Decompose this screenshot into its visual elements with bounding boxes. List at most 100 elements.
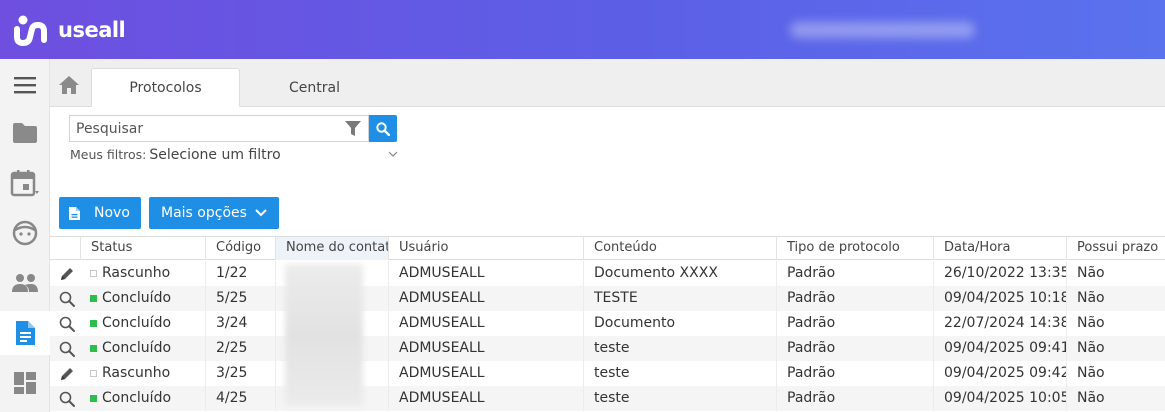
app-logo[interactable]: useall xyxy=(14,14,126,46)
cell-usuario: ADMUSEALL xyxy=(388,361,583,386)
new-document-icon xyxy=(69,206,80,220)
col-header-prazo[interactable]: Possui prazo xyxy=(1066,237,1165,260)
filter-icon[interactable] xyxy=(345,121,361,137)
status-text: Concluído xyxy=(102,340,172,356)
cell-tipo: Padrão xyxy=(776,386,933,411)
menu-icon xyxy=(14,77,36,94)
cell-codigo: 3/25 xyxy=(205,361,275,386)
cell-usuario: ADMUSEALL xyxy=(388,336,583,361)
search-input[interactable] xyxy=(70,116,340,141)
col-header-status[interactable]: Status xyxy=(80,237,205,260)
sidebar-item-calendar[interactable] xyxy=(0,161,50,205)
view-row-button[interactable] xyxy=(54,336,80,361)
cell-status: Concluído xyxy=(80,336,205,361)
cell-tipo: Padrão xyxy=(776,261,933,286)
status-indicator xyxy=(90,370,97,377)
cell-usuario: ADMUSEALL xyxy=(388,261,583,286)
table-row[interactable]: Concluído 3/24 ADMUSEALL Documento Padrão 22/… xyxy=(50,311,1165,336)
protocols-table: Status Código Nome do contato Usuário Co… xyxy=(50,236,1165,412)
cell-data: 26/10/2022 13:35 xyxy=(933,261,1066,286)
tab-label: Protocolos xyxy=(129,79,202,96)
sidebar-item-dashboard[interactable] xyxy=(0,361,50,405)
home-icon xyxy=(59,76,79,94)
cell-tipo: Padrão xyxy=(776,336,933,361)
search-icon xyxy=(376,121,390,136)
cell-conteudo: Documento xyxy=(583,311,776,336)
tab-label: Central xyxy=(289,79,340,96)
cell-prazo: Não xyxy=(1066,286,1165,311)
cell-codigo: 5/25 xyxy=(205,286,275,311)
col-header-codigo[interactable]: Código xyxy=(205,237,275,260)
search-box xyxy=(69,115,369,142)
chevron-down-icon xyxy=(388,151,398,157)
cell-status: Rascunho xyxy=(80,261,205,286)
cell-tipo: Padrão xyxy=(776,311,933,336)
cell-codigo: 4/25 xyxy=(205,386,275,411)
col-header-data[interactable]: Data/Hora xyxy=(933,237,1066,260)
cell-conteudo: teste xyxy=(583,336,776,361)
magnifier-icon xyxy=(59,291,75,307)
cell-prazo: Não xyxy=(1066,361,1165,386)
edit-row-button[interactable] xyxy=(54,361,80,386)
cell-codigo: 1/22 xyxy=(205,261,275,286)
cell-data: 22/07/2024 14:38 xyxy=(933,311,1066,336)
filters-label: Meus filtros: xyxy=(70,147,147,162)
document-icon xyxy=(16,321,35,345)
status-indicator xyxy=(90,295,97,302)
status-indicator xyxy=(90,345,97,352)
pencil-icon xyxy=(59,266,75,282)
view-row-button[interactable] xyxy=(54,311,80,336)
cell-prazo: Não xyxy=(1066,261,1165,286)
col-header-contato[interactable]: Nome do contato xyxy=(275,237,388,260)
status-indicator xyxy=(90,395,97,402)
cell-data: 09/04/2025 10:18 xyxy=(933,286,1066,311)
magnifier-icon xyxy=(59,391,75,407)
dashboard-icon xyxy=(14,372,36,394)
more-options-button[interactable]: Mais opções xyxy=(149,197,279,229)
cell-status: Concluído xyxy=(80,311,205,336)
search-button[interactable] xyxy=(369,115,397,142)
status-text: Concluído xyxy=(102,315,172,331)
table-row[interactable]: Rascunho 1/22 ADMUSEALL Documento XXXX Padrã… xyxy=(50,261,1165,286)
edit-row-button[interactable] xyxy=(54,261,80,286)
view-row-button[interactable] xyxy=(54,386,80,411)
tab-protocolos[interactable]: Protocolos xyxy=(91,68,240,107)
sidebar-item-contacts[interactable] xyxy=(0,211,50,255)
table-row[interactable]: Concluído 2/25 ADMUSEALL teste Padrão 09/04/2… xyxy=(50,336,1165,361)
view-row-button[interactable] xyxy=(54,286,80,311)
cell-prazo: Não xyxy=(1066,311,1165,336)
cell-conteudo: TESTE xyxy=(583,286,776,311)
col-header-tipo[interactable]: Tipo de protocolo xyxy=(776,237,933,260)
logo-icon xyxy=(14,15,47,46)
tab-central[interactable]: Central xyxy=(240,68,389,107)
home-button[interactable] xyxy=(58,75,82,97)
table-header: Status Código Nome do contato Usuário Co… xyxy=(50,237,1165,260)
table-row[interactable]: Rascunho 3/25 ADMUSEALL teste Padrão 09/04/20… xyxy=(50,361,1165,386)
new-button[interactable]: Novo xyxy=(59,197,141,229)
people-icon xyxy=(12,274,38,292)
sidebar-item-protocols[interactable] xyxy=(0,311,50,355)
user-info-blurred[interactable] xyxy=(790,22,975,38)
app-header: useall xyxy=(0,0,1165,59)
cell-usuario: ADMUSEALL xyxy=(388,286,583,311)
status-text: Rascunho xyxy=(102,265,171,281)
col-header-usuario[interactable]: Usuário xyxy=(388,237,583,260)
col-header-conteudo[interactable]: Conteúdo xyxy=(583,237,776,260)
cell-status: Concluído xyxy=(80,286,205,311)
face-icon xyxy=(12,220,38,246)
sidebar xyxy=(0,59,50,412)
sidebar-item-people[interactable] xyxy=(0,261,50,305)
cell-data: 09/04/2025 09:41 xyxy=(933,336,1066,361)
sidebar-item-folders[interactable] xyxy=(0,111,50,155)
cell-conteudo: Documento XXXX xyxy=(583,261,776,286)
cell-usuario: ADMUSEALL xyxy=(388,386,583,411)
table-row[interactable]: Concluído 4/25 ADMUSEALL teste Padrão 09/04/2… xyxy=(50,386,1165,411)
more-options-label: Mais opções xyxy=(161,205,247,221)
cell-status: Concluído xyxy=(80,386,205,411)
folder-icon xyxy=(13,123,37,143)
saved-filters-select[interactable]: Meus filtros: Selecione um filtro xyxy=(70,147,400,165)
cell-usuario: ADMUSEALL xyxy=(388,311,583,336)
cell-tipo: Padrão xyxy=(776,286,933,311)
sidebar-menu-button[interactable] xyxy=(0,63,50,107)
table-row[interactable]: Concluído 5/25 ADMUSEALL TESTE Padrão 09/04/2… xyxy=(50,286,1165,311)
